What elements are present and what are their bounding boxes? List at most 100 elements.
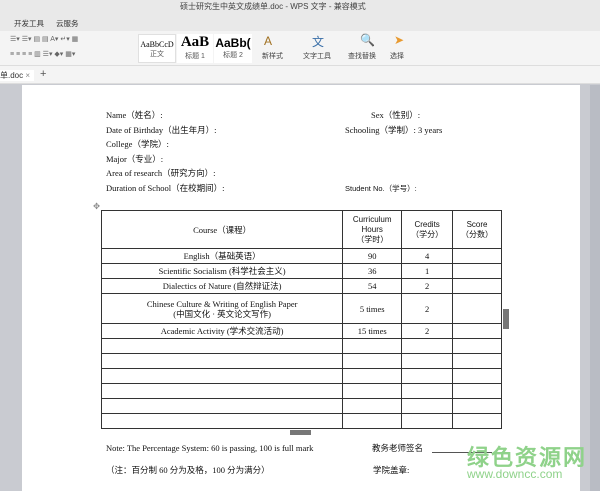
- header-score: Score （分数）: [452, 210, 502, 249]
- footer-note: Note: The Percentage System: 60 is passi…: [106, 443, 314, 453]
- style-normal[interactable]: AaBbCcD 正文: [138, 34, 176, 63]
- list-format-icons[interactable]: ☰▾ ☰▾ ▤ ▤ A▾ ↵▾ ▦: [10, 35, 78, 43]
- empty-cell[interactable]: [401, 413, 454, 429]
- transcript-table: Course（课程） Curriculum Hours （学时） Credits （学…: [100, 210, 502, 429]
- menu-developer-tools[interactable]: 开发工具: [14, 18, 44, 29]
- cell-credits[interactable]: 4: [401, 248, 454, 264]
- style-heading-2[interactable]: AaBb(标题 2: [214, 34, 252, 63]
- select-button[interactable]: 选择: [390, 51, 404, 61]
- empty-cell[interactable]: [452, 383, 502, 399]
- empty-cell[interactable]: [342, 398, 403, 414]
- cell-course[interactable]: Dialectics of Nature (自然辩证法): [100, 278, 344, 294]
- empty-row: [100, 383, 502, 399]
- field-area: Area of research（研究方向）:: [106, 168, 216, 178]
- style-heading-1[interactable]: AaB 标题 1: [177, 34, 213, 63]
- add-row-handle[interactable]: [290, 430, 311, 435]
- empty-cell[interactable]: [452, 368, 502, 384]
- empty-cell[interactable]: [342, 383, 403, 399]
- empty-cell[interactable]: [401, 383, 454, 399]
- text-tools-button[interactable]: 文字工具: [303, 51, 331, 61]
- cell-credits[interactable]: 2: [401, 278, 454, 294]
- empty-cell[interactable]: [342, 353, 403, 369]
- empty-cell[interactable]: [100, 353, 344, 369]
- cell-score[interactable]: [452, 248, 502, 264]
- watermark-url: www.downcc.com: [467, 467, 563, 481]
- empty-cell[interactable]: [100, 338, 344, 354]
- footer-note-cn: （注：百分制 60 分为及格，100 分为满分）: [106, 465, 270, 475]
- header-credits: Credits （学分）: [401, 210, 454, 249]
- cell-credits[interactable]: 2: [401, 293, 454, 324]
- field-dob: Date of Birthday（出生年月）:: [106, 125, 217, 135]
- empty-cell[interactable]: [452, 413, 502, 429]
- empty-cell[interactable]: [452, 398, 502, 414]
- field-college: College（学院）:: [106, 139, 169, 149]
- cell-hours[interactable]: 90: [342, 248, 403, 264]
- tab-close-icon[interactable]: ×: [25, 71, 30, 80]
- header-hours: Curriculum Hours （学时）: [342, 210, 403, 249]
- text-tools-icon: 文: [312, 35, 325, 49]
- empty-cell[interactable]: [100, 398, 344, 414]
- empty-row: [100, 353, 502, 369]
- table-header-row: Course（课程） Curriculum Hours （学时） Credits （学…: [100, 210, 502, 249]
- empty-cell[interactable]: [342, 368, 403, 384]
- table-row: English（基础英语） 90 4: [100, 248, 502, 264]
- cell-course[interactable]: Academic Activity (学术交流活动): [100, 323, 344, 339]
- empty-cell[interactable]: [452, 353, 502, 369]
- empty-row: [100, 398, 502, 414]
- window-title: 硕士研究生中英文成绩单.doc - WPS 文字 - 兼容模式: [180, 2, 366, 11]
- table-move-handle-icon[interactable]: ✥: [93, 201, 100, 212]
- cell-hours[interactable]: 5 times: [342, 293, 403, 324]
- select-cursor-icon: ➤: [394, 33, 405, 47]
- empty-cell[interactable]: [401, 338, 454, 354]
- tab-label: 单.doc: [0, 71, 24, 80]
- new-tab-button[interactable]: +: [40, 68, 46, 80]
- empty-cell[interactable]: [401, 398, 454, 414]
- empty-cell[interactable]: [100, 383, 344, 399]
- empty-cell[interactable]: [401, 368, 454, 384]
- find-replace-icon: 🔍: [360, 33, 375, 47]
- empty-cell[interactable]: [342, 413, 403, 429]
- cell-score[interactable]: [452, 278, 502, 294]
- menu-bar: 开发工具 云服务: [0, 14, 600, 31]
- cell-credits[interactable]: 2: [401, 323, 454, 339]
- cell-course[interactable]: Scientific Socialism (科学社会主义): [100, 263, 344, 279]
- find-replace-button[interactable]: 查找替换: [348, 51, 376, 61]
- field-major: Major（专业）:: [106, 154, 164, 164]
- document-tabs: 单.doc × +: [0, 66, 600, 84]
- field-sex: Sex（性别）:: [371, 110, 421, 120]
- cell-hours[interactable]: 36: [342, 263, 403, 279]
- header-course: Course（课程）: [100, 210, 344, 249]
- empty-cell[interactable]: [452, 338, 502, 354]
- tab-document[interactable]: 单.doc ×: [0, 70, 35, 81]
- table-row: Chinese Culture & Writing of English Pap…: [100, 293, 502, 324]
- empty-cell[interactable]: [100, 413, 344, 429]
- empty-cell[interactable]: [342, 338, 403, 354]
- cell-hours[interactable]: 15 times: [342, 323, 403, 339]
- cell-hours[interactable]: 54: [342, 278, 403, 294]
- new-style-button[interactable]: 新样式: [262, 51, 283, 61]
- vertical-scrollbar[interactable]: [590, 85, 600, 491]
- cell-score[interactable]: [452, 323, 502, 339]
- empty-cell[interactable]: [100, 368, 344, 384]
- menu-cloud-service[interactable]: 云服务: [56, 18, 79, 29]
- table-row: Academic Activity (学术交流活动) 15 times 2: [100, 323, 502, 339]
- empty-cell[interactable]: [401, 353, 454, 369]
- cell-course[interactable]: Chinese Culture & Writing of English Pap…: [100, 293, 344, 324]
- table-row: Dialectics of Nature (自然辩证法) 54 2: [100, 278, 502, 294]
- table-row: Scientific Socialism (科学社会主义) 36 1: [100, 263, 502, 279]
- signature-label: 教务老师签名: [372, 443, 424, 453]
- ribbon-toolbar: ☰▾ ☰▾ ▤ ▤ A▾ ↵▾ ▦ ≡ ≡ ≡ ≡ ▥ ☰▾ ◆▾ ▦▾ AaB…: [0, 31, 600, 66]
- cell-score[interactable]: [452, 263, 502, 279]
- cell-course[interactable]: English（基础英语）: [100, 248, 344, 264]
- cell-credits[interactable]: 1: [401, 263, 454, 279]
- field-duration: Duration of School（在校期间）:: [106, 183, 225, 193]
- add-column-handle[interactable]: [503, 309, 509, 329]
- seal-label: 学院盖章:: [373, 465, 410, 475]
- paragraph-align-icons[interactable]: ≡ ≡ ≡ ≡ ▥ ☰▾ ◆▾ ▦▾: [10, 50, 75, 58]
- field-student-no: Student No.（学号）:: [345, 184, 417, 193]
- field-schooling: Schooling（学制）: 3 years: [345, 125, 443, 135]
- cell-score[interactable]: [452, 293, 502, 324]
- empty-row: [100, 338, 502, 354]
- new-style-icon: A: [264, 34, 273, 48]
- field-name: Name（姓名）:: [106, 110, 163, 120]
